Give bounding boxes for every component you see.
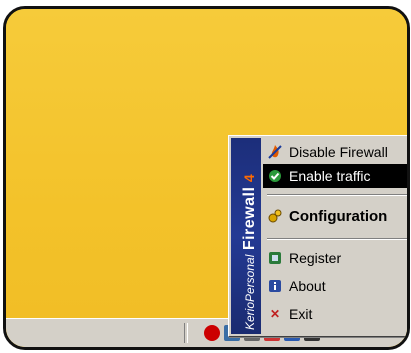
- flame-no-icon: [267, 144, 283, 160]
- menu-item-label: Enable traffic: [289, 168, 371, 184]
- menu-item-label: Exit: [289, 306, 313, 322]
- banner-product: Firewall: [241, 186, 258, 251]
- menu-items: Disable Firewall Enable traffic Configur…: [263, 138, 407, 334]
- menu-item-exit[interactable]: ✕ Exit: [263, 302, 407, 326]
- check-icon: [267, 168, 283, 184]
- menu-item-disable-firewall[interactable]: Disable Firewall: [263, 140, 407, 164]
- menu-item-configuration[interactable]: Configuration: [263, 204, 407, 228]
- kerio-banner: KerioPersonal Firewall 4: [231, 138, 261, 334]
- register-icon: [267, 250, 283, 266]
- banner-text: KerioPersonal Firewall 4: [241, 174, 259, 330]
- menu-item-register[interactable]: Register: [263, 246, 407, 270]
- menu-item-label: Configuration: [289, 207, 388, 225]
- banner-version: 4: [241, 174, 257, 183]
- tray-separator: [184, 323, 188, 343]
- menu-item-label: Register: [289, 250, 342, 266]
- menu-item-label: About: [289, 278, 326, 294]
- screenshot-frame: KerioPersonal Firewall 4 Disable Firewal…: [3, 6, 410, 350]
- menu-item-enable-traffic[interactable]: Enable traffic: [263, 164, 407, 188]
- menu-separator: [267, 194, 407, 196]
- banner-brand: KerioPersonal: [243, 254, 257, 330]
- kerio-tray-icon[interactable]: [204, 325, 220, 341]
- about-icon: [267, 278, 283, 294]
- menu-item-about[interactable]: About: [263, 274, 407, 298]
- close-icon: ✕: [269, 307, 281, 321]
- gears-icon: [267, 208, 283, 224]
- context-menu: KerioPersonal Firewall 4 Disable Firewal…: [228, 135, 407, 337]
- menu-item-label: Disable Firewall: [289, 144, 388, 160]
- menu-separator: [267, 238, 407, 240]
